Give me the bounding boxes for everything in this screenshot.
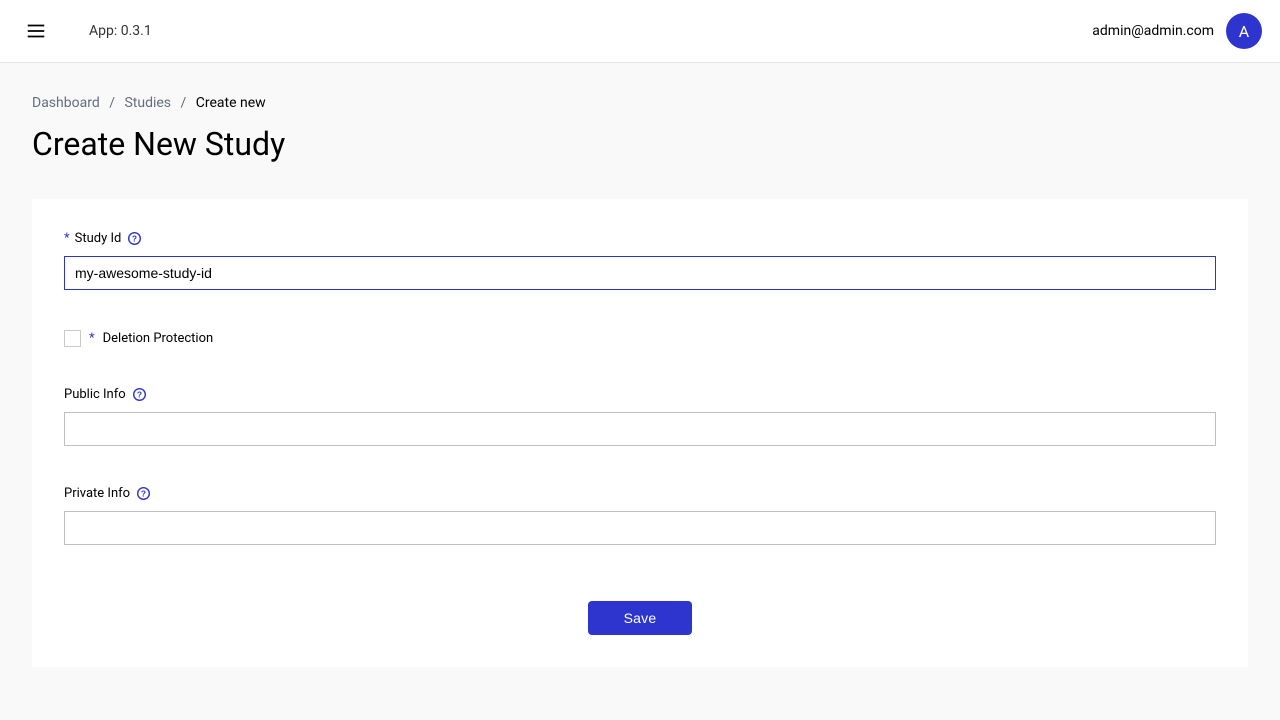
study-id-input[interactable] bbox=[64, 256, 1216, 290]
help-icon[interactable]: ? bbox=[136, 486, 151, 501]
avatar[interactable]: A bbox=[1226, 13, 1262, 49]
public-info-field: Public Info ? bbox=[64, 387, 1216, 446]
app-version-label: App: 0.3.1 bbox=[89, 23, 152, 39]
user-email-label: admin@admin.com bbox=[1092, 23, 1214, 39]
study-id-label: Study Id bbox=[75, 231, 122, 246]
breadcrumb-separator: / bbox=[181, 95, 187, 111]
help-icon[interactable]: ? bbox=[127, 231, 142, 246]
deletion-protection-checkbox[interactable] bbox=[64, 330, 81, 347]
svg-text:?: ? bbox=[132, 233, 137, 243]
study-id-label-row: * Study Id ? bbox=[64, 231, 1216, 246]
save-button-wrap: Save bbox=[64, 601, 1216, 667]
study-id-field: * Study Id ? bbox=[64, 231, 1216, 290]
deletion-protection-field: * Deletion Protection bbox=[64, 330, 1216, 347]
breadcrumb: Dashboard / Studies / Create new bbox=[0, 63, 1280, 111]
menu-button[interactable] bbox=[16, 11, 56, 51]
breadcrumb-current: Create new bbox=[196, 95, 266, 111]
breadcrumb-link-dashboard[interactable]: Dashboard bbox=[32, 95, 100, 111]
svg-text:?: ? bbox=[141, 488, 146, 498]
hamburger-icon bbox=[25, 20, 47, 42]
private-info-input[interactable] bbox=[64, 511, 1216, 545]
app-header: App: 0.3.1 admin@admin.com A bbox=[0, 0, 1280, 63]
page-title: Create New Study bbox=[32, 125, 1248, 163]
public-info-label: Public Info bbox=[64, 387, 126, 402]
private-info-field: Private Info ? bbox=[64, 486, 1216, 545]
required-marker: * bbox=[89, 331, 95, 346]
form-card: * Study Id ? * Deletion Protection Publi… bbox=[32, 199, 1248, 667]
private-info-label-row: Private Info ? bbox=[64, 486, 1216, 501]
help-icon[interactable]: ? bbox=[132, 387, 147, 402]
public-info-input[interactable] bbox=[64, 412, 1216, 446]
breadcrumb-link-studies[interactable]: Studies bbox=[124, 95, 171, 111]
save-button[interactable]: Save bbox=[588, 601, 693, 635]
public-info-label-row: Public Info ? bbox=[64, 387, 1216, 402]
required-marker: * bbox=[64, 231, 70, 246]
breadcrumb-separator: / bbox=[109, 95, 115, 111]
svg-text:?: ? bbox=[137, 389, 142, 399]
deletion-protection-label: Deletion Protection bbox=[103, 331, 214, 346]
private-info-label: Private Info bbox=[64, 486, 130, 501]
